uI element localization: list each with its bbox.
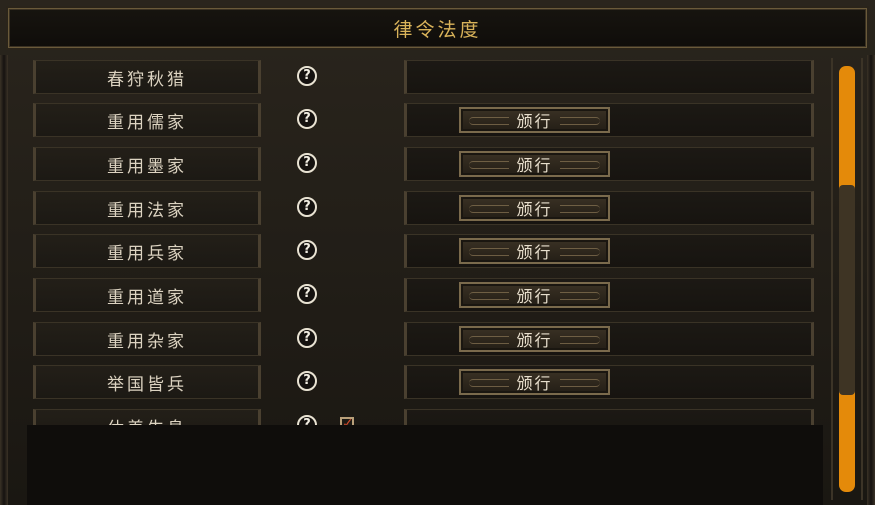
policy-list[interactable]: 春狩秋猎 ? 重用儒家 ? 颁行 重用墨家 ? 颁行 重用法家 ? 颁行 重用兵…: [27, 60, 823, 425]
policy-row: 休养生息 ? ✓: [27, 409, 823, 425]
policy-name-cell: 重用儒家: [33, 103, 261, 137]
enact-button-label: 颁行: [516, 112, 553, 131]
enact-button-label: 颁行: [516, 243, 553, 262]
policy-name: 重用墨家: [107, 156, 187, 177]
policy-name-cell: 春狩秋猎: [33, 60, 261, 94]
policy-action-cell: [404, 409, 814, 425]
bottom-panel: [27, 425, 823, 505]
policy-name: 重用法家: [107, 200, 187, 221]
enact-button[interactable]: 颁行: [459, 369, 610, 395]
title-bar: 律令法度: [8, 8, 867, 48]
help-icon[interactable]: ?: [297, 109, 317, 129]
help-icon[interactable]: ?: [297, 197, 317, 217]
help-icon[interactable]: ?: [297, 415, 317, 425]
policy-name: 重用杂家: [107, 331, 187, 352]
policy-name: 举国皆兵: [107, 374, 187, 395]
dialog-title: 律令法度: [393, 18, 482, 41]
help-icon[interactable]: ?: [297, 328, 317, 348]
enact-button-label: 颁行: [516, 287, 553, 306]
policy-action-cell: 颁行: [404, 322, 814, 356]
policy-action-cell: 颁行: [404, 147, 814, 181]
policy-name-cell: 重用道家: [33, 278, 261, 312]
policy-action-cell: 颁行: [404, 234, 814, 268]
policy-name: 重用兵家: [107, 243, 187, 264]
enact-button[interactable]: 颁行: [459, 238, 610, 264]
policy-name-cell: 休养生息: [33, 409, 261, 425]
help-icon[interactable]: ?: [297, 66, 317, 86]
policy-row: 重用杂家 ? 颁行: [27, 322, 823, 358]
enact-button[interactable]: 颁行: [459, 107, 610, 133]
enact-button-label: 颁行: [516, 374, 553, 393]
policy-row: 重用墨家 ? 颁行: [27, 147, 823, 183]
help-icon[interactable]: ?: [297, 284, 317, 304]
policy-row: 重用法家 ? 颁行: [27, 191, 823, 227]
enact-button[interactable]: 颁行: [459, 195, 610, 221]
help-icon[interactable]: ?: [297, 153, 317, 173]
policy-row: 举国皆兵 ? 颁行: [27, 365, 823, 401]
policy-name-cell: 重用兵家: [33, 234, 261, 268]
policy-action-cell: 颁行: [404, 191, 814, 225]
enact-button-label: 颁行: [516, 331, 553, 350]
policy-row: 重用道家 ? 颁行: [27, 278, 823, 314]
policy-row: 春狩秋猎 ?: [27, 60, 823, 96]
scrollbar-thumb[interactable]: [839, 185, 855, 395]
policy-name-cell: 重用墨家: [33, 147, 261, 181]
policy-name: 春狩秋猎: [107, 69, 187, 90]
policy-row: 重用兵家 ? 颁行: [27, 234, 823, 270]
right-frame-border: [867, 55, 875, 505]
policy-action-cell: 颁行: [404, 278, 814, 312]
help-icon[interactable]: ?: [297, 240, 317, 260]
enact-button[interactable]: 颁行: [459, 282, 610, 308]
policy-action-cell: 颁行: [404, 365, 814, 399]
policy-action-cell: [404, 60, 814, 94]
enact-button[interactable]: 颁行: [459, 151, 610, 177]
checkbox-checked-icon[interactable]: ✓: [340, 417, 354, 425]
help-icon[interactable]: ?: [297, 371, 317, 391]
policy-name: 重用道家: [107, 287, 187, 308]
policy-row: 重用儒家 ? 颁行: [27, 103, 823, 139]
policy-name-cell: 重用法家: [33, 191, 261, 225]
policy-name-cell: 重用杂家: [33, 322, 261, 356]
policy-action-cell: 颁行: [404, 103, 814, 137]
policy-name: 休养生息: [107, 414, 187, 426]
policy-name-cell: 举国皆兵: [33, 365, 261, 399]
enact-button-label: 颁行: [516, 200, 553, 219]
enact-button-label: 颁行: [516, 156, 553, 175]
left-frame-border: [0, 55, 8, 505]
enact-button[interactable]: 颁行: [459, 326, 610, 352]
policy-name: 重用儒家: [107, 112, 187, 133]
